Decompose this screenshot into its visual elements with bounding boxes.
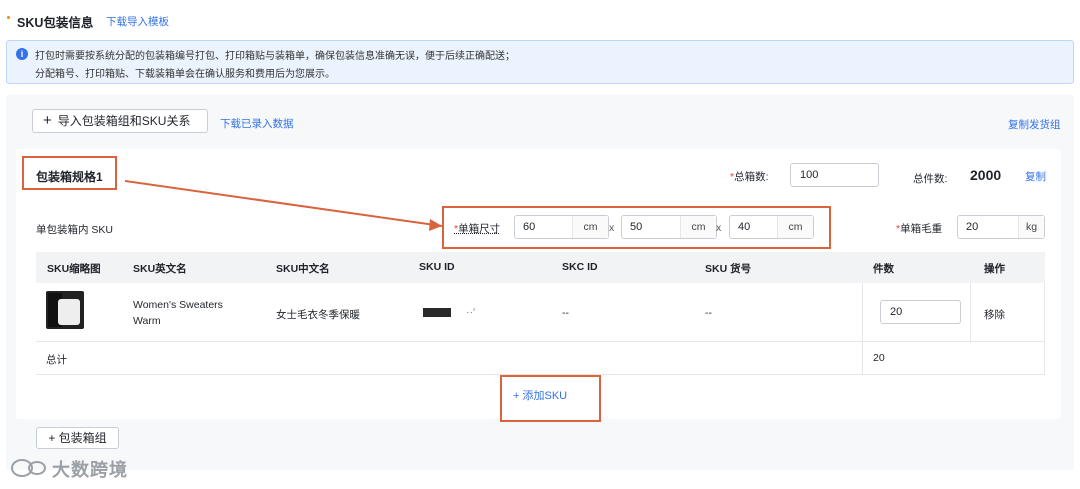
annotation-arrow [124,180,443,231]
watermark-logo-text: 大数跨境 [52,460,128,480]
chat-bubble-icon [11,459,46,477]
